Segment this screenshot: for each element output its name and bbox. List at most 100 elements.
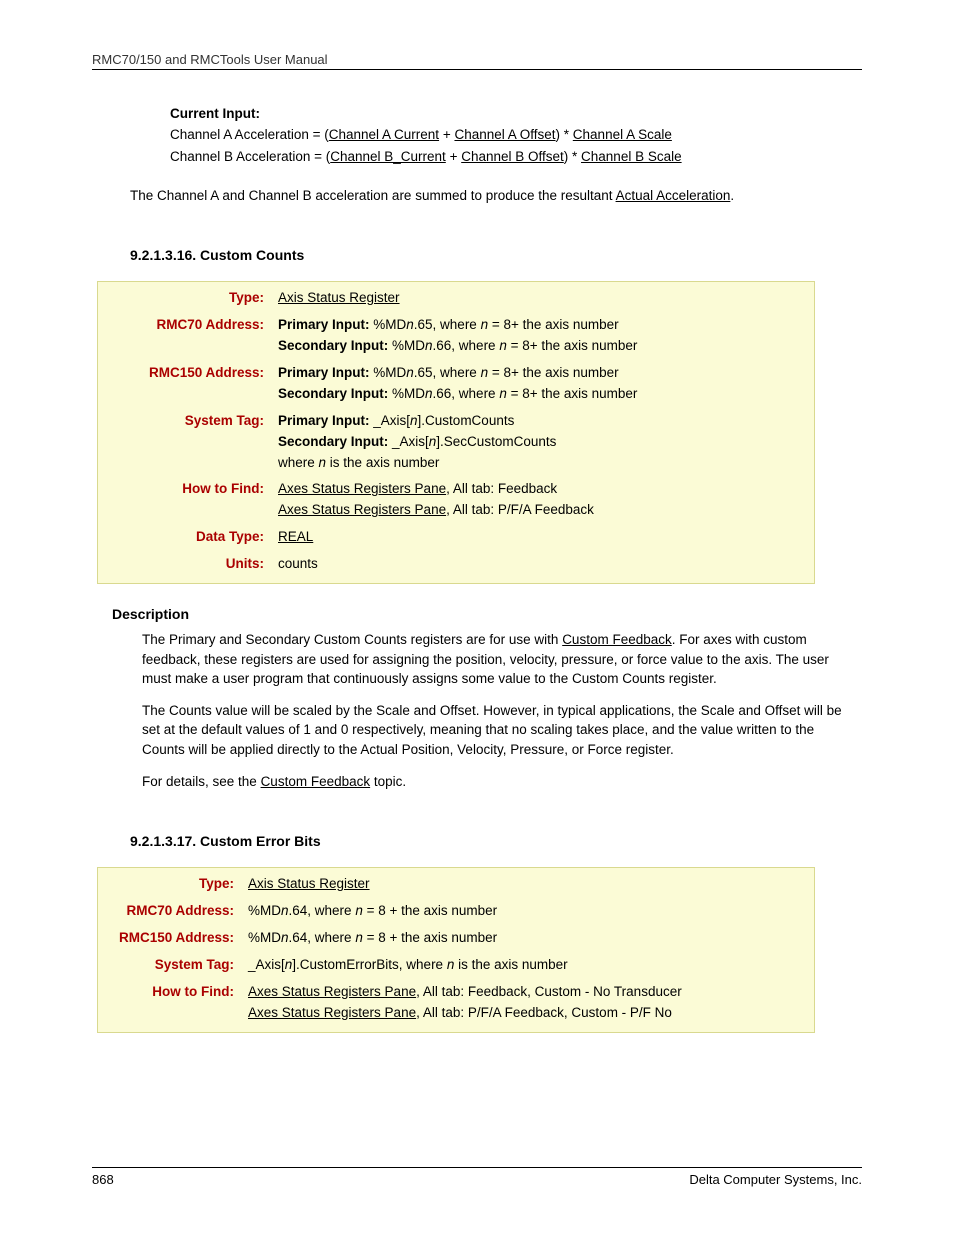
text: n: [481, 317, 489, 332]
text: .64, where: [289, 903, 356, 918]
text: n: [406, 317, 414, 332]
current-input-heading: Current Input:: [170, 106, 852, 121]
link-real[interactable]: REAL: [278, 529, 313, 544]
text: Secondary Input:: [278, 434, 392, 449]
row-value-dtype: REAL: [272, 524, 815, 551]
row-value-rmc150: Primary Input: %MDn.65, where n = 8+ the…: [272, 360, 815, 408]
formula-ch-b: Channel B Acceleration = (Channel B_Curr…: [170, 147, 852, 167]
current-input-block: Current Input: Channel A Acceleration = …: [170, 106, 852, 168]
text: The Channel A and Channel B acceleration…: [130, 188, 616, 203]
text: topic.: [370, 774, 406, 789]
text: n: [355, 930, 363, 945]
text: n: [481, 365, 489, 380]
text: ) *: [556, 127, 573, 142]
header-rule: [92, 69, 862, 70]
text: %MD: [373, 365, 406, 380]
text: = 8+ the axis number: [488, 365, 619, 380]
text: n: [499, 338, 507, 353]
link-axis-status-register-17[interactable]: Axis Status Register: [248, 876, 370, 891]
document-page: RMC70/150 and RMCTools User Manual Curre…: [0, 0, 954, 1235]
link-custom-feedback-1[interactable]: Custom Feedback: [562, 632, 672, 647]
text: ) *: [564, 149, 581, 164]
formula-ch-a: Channel A Acceleration = (Channel A Curr…: [170, 125, 852, 145]
text: %MD: [392, 386, 425, 401]
row-value-rmc70: Primary Input: %MDn.65, where n = 8+ the…: [272, 312, 815, 360]
description-p1: The Primary and Secondary Custom Counts …: [142, 630, 842, 689]
link-axis-status-register[interactable]: Axis Status Register: [278, 290, 400, 305]
link-axes-status-pane-2[interactable]: Axes Status Registers Pane: [278, 502, 446, 517]
text: The Primary and Secondary Custom Counts …: [142, 632, 562, 647]
text: %MD: [373, 317, 406, 332]
text: .65, where: [414, 365, 481, 380]
text: n: [499, 386, 507, 401]
row-label-systag-17: System Tag:: [98, 952, 243, 979]
row-value-rmc150-17: %MDn.64, where n = 8 + the axis number: [242, 925, 815, 952]
row-label-howto: How to Find:: [98, 476, 273, 524]
row-label-howto-17: How to Find:: [98, 979, 243, 1032]
text: _Axis[: [392, 434, 429, 449]
link-axes-status-pane-17b[interactable]: Axes Status Registers Pane: [248, 1005, 416, 1020]
row-value-units: counts: [272, 551, 815, 583]
row-label-type-17: Type:: [98, 868, 243, 898]
text: , All tab: Feedback, Custom - No Transdu…: [416, 984, 682, 999]
row-label-type: Type:: [98, 282, 273, 312]
description-p2: The Counts value will be scaled by the S…: [142, 701, 842, 760]
row-value-howto: Axes Status Registers Pane, All tab: Fee…: [272, 476, 815, 524]
row-value-systag: Primary Input: _Axis[n].CustomCounts Sec…: [272, 408, 815, 477]
text: Primary Input:: [278, 317, 373, 332]
section-heading-16: 9.2.1.3.16. Custom Counts: [130, 247, 862, 263]
text: , All tab: P/F/A Feedback: [446, 502, 594, 517]
text: n: [281, 903, 289, 918]
link-channel-a-current[interactable]: Channel A Current: [329, 127, 439, 142]
register-table-16: Type: Axis Status Register RMC70 Address…: [97, 281, 815, 584]
text: %MD: [248, 903, 281, 918]
text: Secondary Input:: [278, 386, 392, 401]
row-label-dtype: Data Type:: [98, 524, 273, 551]
text: .: [730, 188, 734, 203]
link-custom-feedback-2[interactable]: Custom Feedback: [261, 774, 371, 789]
link-axes-status-pane-1[interactable]: Axes Status Registers Pane: [278, 481, 446, 496]
text: %MD: [248, 930, 281, 945]
text: n: [355, 903, 363, 918]
register-table-17: Type: Axis Status Register RMC70 Address…: [97, 867, 815, 1033]
link-channel-b-scale[interactable]: Channel B Scale: [581, 149, 682, 164]
link-axes-status-pane-17a[interactable]: Axes Status Registers Pane: [248, 984, 416, 999]
text: n: [425, 386, 433, 401]
row-label-rmc150-17: RMC150 Address:: [98, 925, 243, 952]
text: Primary Input:: [278, 365, 373, 380]
section-heading-17: 9.2.1.3.17. Custom Error Bits: [130, 833, 862, 849]
footer-rule: [92, 1167, 862, 1168]
page-footer: 868 Delta Computer Systems, Inc.: [92, 1160, 862, 1187]
text: ].CustomErrorBits, where: [292, 957, 447, 972]
text: _Axis[: [373, 413, 410, 428]
row-label-rmc70: RMC70 Address:: [98, 312, 273, 360]
link-channel-a-scale[interactable]: Channel A Scale: [573, 127, 672, 142]
link-actual-acceleration[interactable]: Actual Acceleration: [616, 188, 731, 203]
link-channel-a-offset[interactable]: Channel A Offset: [454, 127, 555, 142]
text: = 8+ the axis number: [507, 338, 638, 353]
text: where: [278, 455, 319, 470]
row-label-systag: System Tag:: [98, 408, 273, 477]
company-name: Delta Computer Systems, Inc.: [689, 1172, 862, 1187]
link-channel-b-current[interactable]: Channel B_Current: [330, 149, 446, 164]
text: n: [410, 413, 418, 428]
page-number: 868: [92, 1172, 114, 1187]
text: .66, where: [433, 338, 500, 353]
text: is the axis number: [454, 957, 567, 972]
page-header: RMC70/150 and RMCTools User Manual: [92, 52, 862, 67]
link-channel-b-offset[interactable]: Channel B Offset: [461, 149, 564, 164]
text: .64, where: [289, 930, 356, 945]
text: .66, where: [433, 386, 500, 401]
row-value-type: Axis Status Register: [272, 282, 815, 312]
text: is the axis number: [326, 455, 439, 470]
text: Primary Input:: [278, 413, 373, 428]
description-heading: Description: [112, 606, 862, 622]
text: .65, where: [414, 317, 481, 332]
sum-paragraph: The Channel A and Channel B acceleration…: [130, 186, 862, 206]
text: n: [406, 365, 414, 380]
text: n: [281, 930, 289, 945]
text: ].SecCustomCounts: [436, 434, 556, 449]
text: Secondary Input:: [278, 338, 392, 353]
text: _Axis[: [248, 957, 285, 972]
text: = 8 + the axis number: [363, 903, 497, 918]
